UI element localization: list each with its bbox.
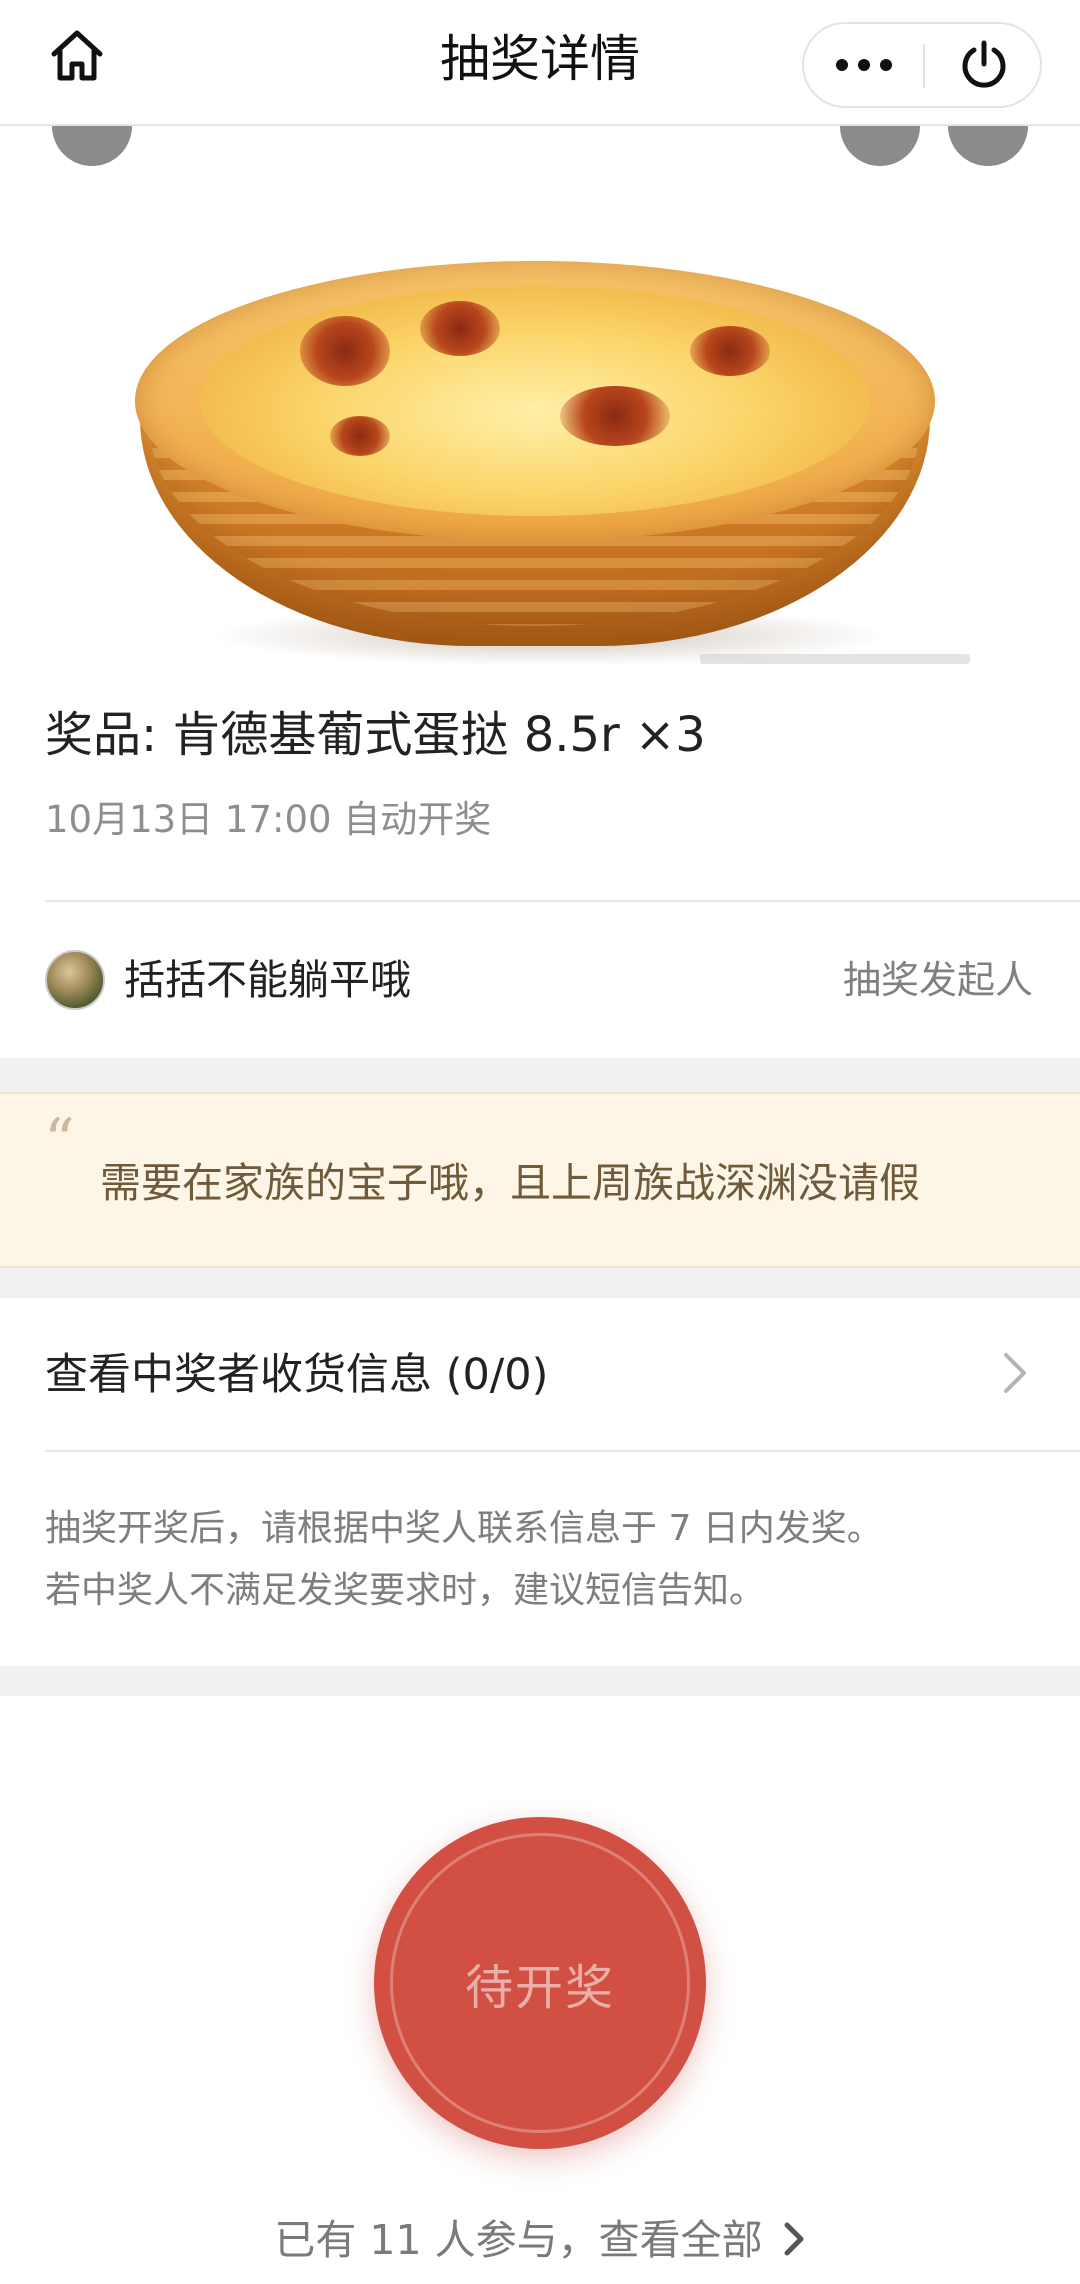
section-gap [0, 1268, 1080, 1298]
image-nav-dot-right-1 [840, 126, 920, 166]
close-miniprogram-button[interactable] [925, 24, 1042, 106]
prize-title: 奖品: 肯德基葡式蛋挞 8.5r ×3 [45, 707, 706, 763]
requirement-quote: “ 需要在家族的宝子哦，且上周族战深渊没请假 [0, 1092, 1080, 1268]
notice-line: 抽奖开奖后，请根据中奖人联系信息于 7 日内发奖。 [45, 1508, 883, 1549]
more-button[interactable] [804, 24, 923, 106]
divider [45, 1450, 1080, 1452]
organizer-name: 括括不能躺平哦 [124, 956, 411, 1004]
capsule-menu [802, 22, 1042, 108]
section-gap [0, 1058, 1080, 1092]
tart-custard [200, 286, 870, 516]
power-icon [962, 40, 1005, 88]
quote-icon: “ [44, 1106, 75, 1176]
more-dots-icon [831, 59, 897, 71]
custard-burn-spot [330, 416, 390, 456]
chevron-right-icon [990, 1348, 1040, 1398]
winner-info-link[interactable]: 查看中奖者收货信息 (0/0) [0, 1298, 1080, 1450]
avatar [45, 950, 105, 1010]
organizer-role: 抽奖发起人 [842, 958, 1033, 1002]
prize-image[interactable] [0, 126, 1080, 666]
custard-burn-spot [420, 301, 500, 356]
navigation-bar: 抽奖详情 [0, 0, 1080, 126]
participants-link[interactable]: 已有 11 人参与，查看全部 [0, 2210, 1080, 2273]
custard-burn-spot [560, 386, 670, 446]
image-nav-dot-right-2 [948, 126, 1028, 166]
draw-time: 10月13日 17:00 自动开奖 [45, 798, 492, 841]
organizer-row[interactable]: 括括不能躺平哦 抽奖发起人 [0, 902, 1080, 1058]
custard-burn-spot [690, 326, 770, 376]
image-watermark [700, 654, 970, 664]
section-gap [0, 1666, 1080, 1696]
chevron-right-icon [782, 2213, 806, 2273]
participants-text: 已有 11 人参与，查看全部 [274, 2216, 763, 2264]
draw-status-label: 待开奖 [464, 1960, 615, 2016]
draw-status-button[interactable]: 待开奖 [374, 1817, 706, 2149]
image-nav-dot-left [52, 126, 132, 166]
quote-text: 需要在家族的宝子哦，且上周族战深渊没请假 [100, 1159, 920, 1207]
notice-line: 若中奖人不满足发奖要求时，建议短信告知。 [45, 1570, 766, 1611]
notice-text: 抽奖开奖后，请根据中奖人联系信息于 7 日内发奖。 若中奖人不满足发奖要求时，建… [45, 1498, 883, 1622]
winner-info-label: 查看中奖者收货信息 (0/0) [45, 1350, 549, 1400]
custard-burn-spot [300, 316, 390, 386]
